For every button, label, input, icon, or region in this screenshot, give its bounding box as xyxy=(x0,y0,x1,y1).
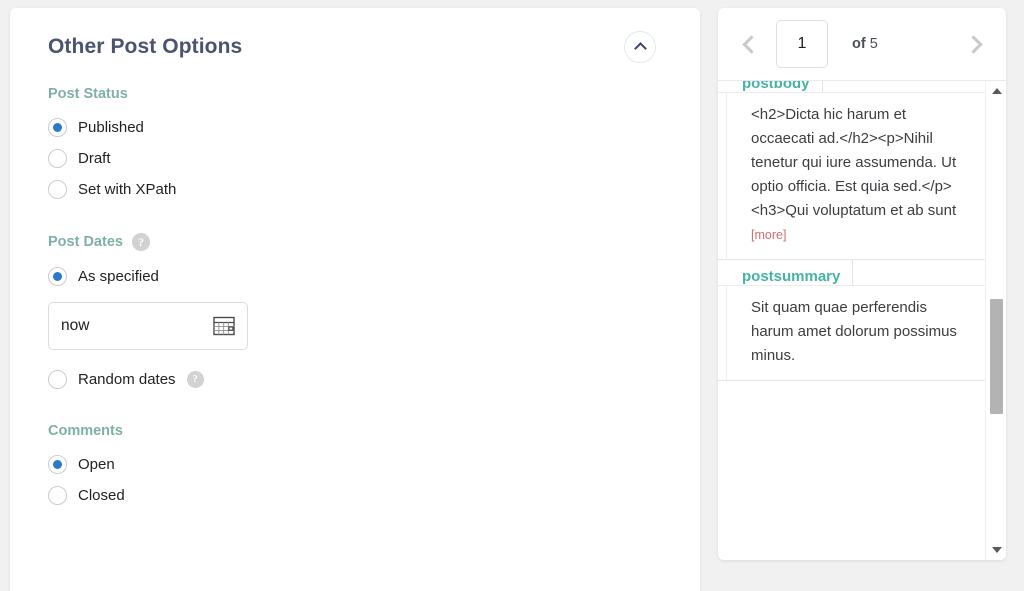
radio-as-specified-indicator[interactable] xyxy=(48,267,67,286)
radio-draft-label: Draft xyxy=(78,150,111,167)
radio-draft[interactable]: Draft xyxy=(48,149,662,168)
next-page-button[interactable] xyxy=(958,24,992,64)
radio-published[interactable]: Published xyxy=(48,118,662,137)
chevron-left-icon xyxy=(741,34,761,54)
field-name-postsummary: postsummary xyxy=(742,268,841,285)
preview-vertical-scrollbar[interactable] xyxy=(985,81,1006,560)
panel-header: Other Post Options xyxy=(10,8,700,86)
post-dates-label-text: Post Dates xyxy=(48,234,123,250)
record-scroll-viewport: postbody <h2>Dicta hic harum et occaecat… xyxy=(718,81,985,560)
record-field-postsummary-header: postsummary xyxy=(718,260,985,286)
radio-as-specified[interactable]: As specified xyxy=(48,267,662,286)
post-date-field[interactable]: now xyxy=(48,302,248,350)
radio-random-dates-indicator[interactable] xyxy=(48,370,67,389)
other-post-options-panel: Other Post Options Post Status Published… xyxy=(10,8,700,591)
panel-body: Post Status Published Draft Set with XPa… xyxy=(10,86,700,505)
column-separator[interactable] xyxy=(852,260,854,285)
column-separator[interactable] xyxy=(821,81,823,92)
scroll-up-arrow-icon xyxy=(991,88,1002,94)
chevron-up-icon xyxy=(633,42,647,55)
random-dates-question-mark-icon[interactable]: ? xyxy=(186,371,204,388)
question-mark-icon[interactable]: ? xyxy=(131,233,150,251)
scroll-down-button[interactable] xyxy=(986,540,1006,560)
field-name-postbody: postbody xyxy=(742,81,810,92)
radio-comments-closed-label: Closed xyxy=(78,487,125,504)
record-field-list: postbody <h2>Dicta hic harum et occaecat… xyxy=(718,80,1006,560)
record-field-postbody-header: postbody xyxy=(718,81,985,93)
scroll-up-button[interactable] xyxy=(986,81,1006,101)
post-dates-section-label: Post Dates ? xyxy=(48,233,662,251)
radio-published-label: Published xyxy=(78,119,144,136)
calendar-icon[interactable] xyxy=(213,316,235,336)
radio-set-with-xpath-label: Set with XPath xyxy=(78,181,177,198)
post-status-label-text: Post Status xyxy=(48,86,128,102)
postbody-more-link[interactable]: [more] xyxy=(751,228,786,242)
radio-comments-open-label: Open xyxy=(78,456,115,473)
radio-draft-indicator[interactable] xyxy=(48,149,67,168)
page-count-label: of 5 xyxy=(852,36,878,52)
scrollbar-thumb[interactable] xyxy=(990,299,1003,414)
page-number-input[interactable] xyxy=(776,20,828,68)
radio-random-dates[interactable]: Random dates ? xyxy=(48,370,662,389)
prev-page-button[interactable] xyxy=(732,24,766,64)
post-status-section-label: Post Status xyxy=(48,86,662,102)
radio-set-with-xpath[interactable]: Set with XPath xyxy=(48,180,662,199)
radio-as-specified-label: As specified xyxy=(78,268,159,285)
post-date-value: now xyxy=(61,317,90,334)
scroll-down-arrow-icon xyxy=(991,547,1002,553)
app-root: Other Post Options Post Status Published… xyxy=(0,0,1024,591)
record-field-postbody-value: <h2>Dicta hic harum et occaecati ad.</h2… xyxy=(726,93,985,259)
postbody-text: <h2>Dicta hic harum et occaecati ad.</h2… xyxy=(751,106,957,219)
radio-comments-closed[interactable]: Closed xyxy=(48,486,662,505)
record-field-postbody: postbody <h2>Dicta hic harum et occaecat… xyxy=(718,81,985,260)
radio-published-indicator[interactable] xyxy=(48,118,67,137)
total-pages: 5 xyxy=(869,36,878,52)
record-field-postsummary-value: Sit quam quae perferendis harum amet dol… xyxy=(726,286,985,380)
page-title: Other Post Options xyxy=(48,35,243,58)
collapse-panel-button[interactable] xyxy=(624,31,656,63)
chevron-right-icon xyxy=(963,34,983,54)
of-label: of xyxy=(852,36,866,52)
radio-comments-open-indicator[interactable] xyxy=(48,455,67,474)
comments-section-label: Comments xyxy=(48,423,662,439)
radio-set-with-xpath-indicator[interactable] xyxy=(48,180,67,199)
radio-comments-closed-indicator[interactable] xyxy=(48,486,67,505)
preview-panel: of 5 postbody <h2>Dicta hic harum et occ… xyxy=(718,8,1006,560)
radio-random-dates-label: Random dates xyxy=(78,371,176,388)
comments-label-text: Comments xyxy=(48,423,123,439)
record-field-postsummary: postsummary Sit quam quae perferendis ha… xyxy=(718,260,985,381)
radio-comments-open[interactable]: Open xyxy=(48,455,662,474)
pagination-bar: of 5 xyxy=(718,8,1006,80)
